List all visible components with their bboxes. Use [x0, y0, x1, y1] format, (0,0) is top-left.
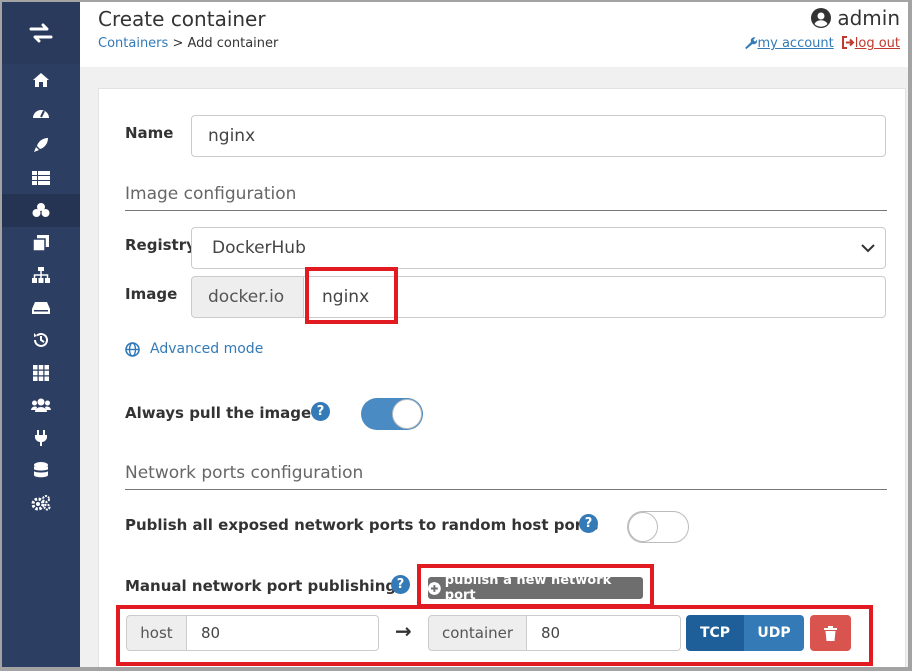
user-circle-icon: [811, 8, 832, 28]
globe-icon: [125, 341, 140, 357]
sidebar-item-stacks[interactable]: [2, 162, 80, 195]
breadcrumb: Containers > Add container: [98, 36, 278, 51]
image-highlight-box: [305, 267, 398, 324]
name-label: Name: [125, 124, 174, 142]
sidebar-item-events[interactable]: [2, 324, 80, 357]
list-icon: [32, 170, 50, 185]
history-icon: [34, 333, 48, 348]
breadcrumb-containers-link[interactable]: Containers: [98, 36, 168, 51]
sidebar-item-users[interactable]: [2, 389, 80, 422]
port-row-highlight-box: [116, 605, 873, 666]
chevron-down-icon: [861, 244, 875, 253]
always-pull-help-icon[interactable]: ?: [311, 402, 330, 421]
name-input[interactable]: nginx: [191, 115, 886, 157]
sidebar-item-app-templates[interactable]: [2, 129, 80, 162]
username: admin: [837, 6, 900, 30]
app-window: Create container Containers > Add contai…: [2, 2, 908, 667]
sidebar-item-images[interactable]: [2, 227, 80, 260]
advanced-mode-label: Advanced mode: [150, 341, 264, 357]
registry-label: Registry: [125, 236, 196, 254]
publish-all-label: Publish all exposed network ports to ran…: [125, 516, 599, 534]
toggle-knob: [628, 512, 658, 542]
sidebar-item-volumes[interactable]: [2, 292, 80, 325]
manual-publishing-help-icon[interactable]: ?: [391, 575, 410, 594]
publish-all-help-icon[interactable]: ?: [579, 514, 598, 533]
exchange-icon: [29, 23, 53, 43]
hdd-icon: [32, 301, 50, 314]
image-label: Image: [125, 285, 178, 303]
my-account-link[interactable]: my account: [744, 36, 834, 51]
name-input-value: nginx: [208, 126, 256, 146]
cubes-icon: [32, 203, 50, 218]
manual-publishing-label: Manual network port publishing: [125, 577, 397, 595]
sidebar-item-registries[interactable]: [2, 454, 80, 487]
users-icon: [31, 398, 51, 413]
sidebar-item-containers[interactable]: [2, 194, 80, 227]
sidebar-item-endpoints[interactable]: [2, 422, 80, 455]
cogs-icon: [31, 494, 51, 511]
sidebar-nav: [2, 64, 80, 519]
account-links: my account log out: [744, 36, 900, 51]
page-header: Create container Containers > Add contai…: [80, 2, 908, 67]
registry-select-value: DockerHub: [212, 238, 306, 258]
create-container-form: Name nginx Image configuration Registry …: [98, 88, 906, 667]
image-configuration-heading: Image configuration: [125, 184, 887, 211]
user-info: admin: [811, 6, 900, 30]
sidebar-item-home[interactable]: [2, 64, 80, 97]
registry-select[interactable]: DockerHub: [191, 227, 886, 269]
publish-all-toggle[interactable]: [627, 511, 689, 543]
plug-icon: [35, 429, 47, 446]
logout-link[interactable]: log out: [841, 36, 900, 51]
sidebar-item-settings[interactable]: [2, 487, 80, 520]
home-icon: [33, 73, 49, 88]
network-ports-heading: Network ports configuration: [125, 463, 887, 490]
my-account-label: my account: [757, 36, 834, 51]
grid-icon: [33, 364, 49, 381]
always-pull-label: Always pull the image: [125, 404, 312, 422]
sidebar-item-host[interactable]: [2, 357, 80, 390]
sidebar-item-dashboard[interactable]: [2, 97, 80, 130]
wrench-icon: [745, 37, 758, 49]
logout-label: log out: [854, 36, 900, 51]
sidebar-item-networks[interactable]: [2, 259, 80, 292]
dashboard-icon: [33, 109, 49, 118]
sidebar: [2, 2, 80, 667]
always-pull-toggle[interactable]: [361, 398, 423, 430]
image-registry-prefix: docker.io: [191, 276, 304, 318]
clone-icon: [33, 234, 49, 251]
advanced-mode-link[interactable]: Advanced mode: [125, 341, 263, 357]
sign-out-icon: [841, 36, 855, 49]
breadcrumb-current: > Add container: [172, 36, 279, 51]
rocket-icon: [34, 138, 48, 153]
sidebar-toggle[interactable]: [2, 2, 80, 64]
sitemap-icon: [32, 267, 50, 284]
page-title: Create container: [98, 7, 266, 31]
publish-button-highlight-box: [417, 564, 654, 608]
toggle-knob: [392, 399, 422, 429]
database-icon: [34, 462, 48, 478]
